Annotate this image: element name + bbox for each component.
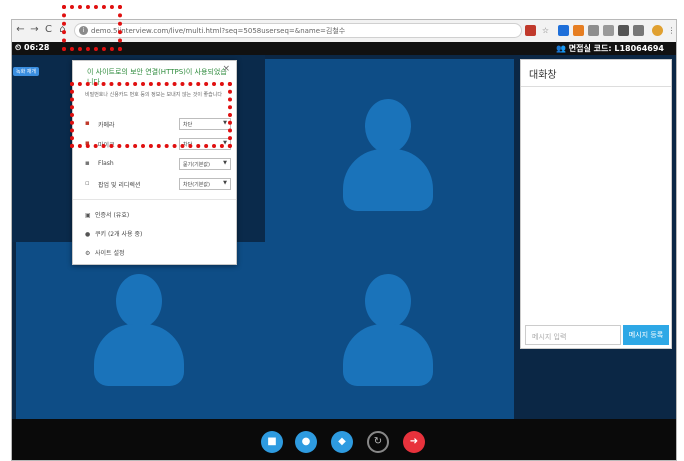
chat-title: 대화창 xyxy=(529,70,557,81)
star-icon[interactable]: ☆ xyxy=(540,25,551,36)
video-tile-participant xyxy=(16,242,265,419)
chat-panel: 대화창 메시지 입력 메시지 등록 xyxy=(520,59,672,349)
extension-icon[interactable] xyxy=(603,25,614,36)
refresh-icon[interactable]: ↻ xyxy=(367,431,389,453)
chat-bubbles-icon[interactable]: ◆ xyxy=(331,431,353,453)
record-toggle-button[interactable]: 녹화 재개 xyxy=(13,67,39,76)
extension-icon[interactable] xyxy=(573,25,584,36)
microphone-icon[interactable]: ● xyxy=(295,431,317,453)
timer: ⏲ 06:28 xyxy=(15,43,50,52)
url-text: demo.5iinterview.com/live/multi.html?seq… xyxy=(91,27,346,35)
extension-icon[interactable] xyxy=(618,25,629,36)
permission-label: Flash xyxy=(98,160,114,167)
timer-value: 06:28 xyxy=(24,43,50,52)
highlight-permissions xyxy=(70,82,232,148)
site-settings-link[interactable]: ⚙ 사이트 설정 xyxy=(85,248,125,257)
video-tile-participant xyxy=(265,59,514,242)
video-camera-icon[interactable]: ■ xyxy=(261,431,283,453)
certificate-icon: ▣ xyxy=(85,212,91,219)
gear-icon: ⚙ xyxy=(85,250,91,257)
interview-code: 👥 면접실 코드: L18064694 xyxy=(556,44,664,53)
permission-flash: ▪ Flash 묻기(기본값) ▼ xyxy=(85,158,231,171)
chevron-down-icon: ▼ xyxy=(223,180,227,186)
link-label: 사이트 설정 xyxy=(95,250,125,257)
forward-icon[interactable]: → xyxy=(28,24,41,35)
select-value: 묻기(기본값) xyxy=(183,162,210,168)
select-value: 차단(기본값) xyxy=(183,182,210,188)
link-label: 인증서 (유효) xyxy=(95,212,130,219)
participant-avatar-icon xyxy=(343,274,433,386)
video-tile-participant xyxy=(265,242,514,419)
permission-popups: ▫ 팝업 및 리디렉션 차단(기본값) ▼ xyxy=(85,178,231,191)
link-label: 쿠키 (2개 사용 중) xyxy=(95,231,143,238)
extension-icon[interactable] xyxy=(633,25,644,36)
chevron-down-icon: ▼ xyxy=(223,160,227,166)
divider xyxy=(73,199,236,200)
back-icon[interactable]: ← xyxy=(14,24,27,35)
extension-icon[interactable] xyxy=(558,25,569,36)
puzzle-icon: ▪ xyxy=(85,159,90,167)
reload-icon[interactable]: C xyxy=(42,24,55,35)
close-icon[interactable]: × xyxy=(222,64,230,74)
send-message-button[interactable]: 메시지 등록 xyxy=(623,325,669,345)
highlight-lock-icon xyxy=(62,5,122,51)
menu-icon[interactable]: ⋮ xyxy=(666,25,676,36)
profile-avatar-icon[interactable] xyxy=(652,25,663,36)
control-bar: ■ ● ◆ ↻ ➜ xyxy=(12,419,676,460)
participant-avatar-icon xyxy=(94,274,184,386)
certificate-link[interactable]: ▣ 인증서 (유효) xyxy=(85,210,129,219)
divider xyxy=(521,86,671,87)
exit-icon[interactable]: ➜ xyxy=(403,431,425,453)
popup-icon: ▫ xyxy=(85,179,90,187)
flash-permission-select[interactable]: 묻기(기본값) ▼ xyxy=(179,158,231,170)
participant-avatar-icon xyxy=(343,99,433,211)
cookies-link[interactable]: ● 쿠키 (2개 사용 중) xyxy=(85,229,142,238)
popups-permission-select[interactable]: 차단(기본값) ▼ xyxy=(179,178,231,190)
address-bar[interactable]: i demo.5iinterview.com/live/multi.html?s… xyxy=(74,23,522,38)
extension-icon[interactable] xyxy=(525,25,536,36)
cookie-icon: ● xyxy=(85,231,91,238)
interview-code-label: 면접실 코드: L18064694 xyxy=(568,44,664,53)
chat-message-input[interactable]: 메시지 입력 xyxy=(525,325,621,345)
permission-label: 팝업 및 리디렉션 xyxy=(98,182,141,189)
extension-icon[interactable] xyxy=(588,25,599,36)
